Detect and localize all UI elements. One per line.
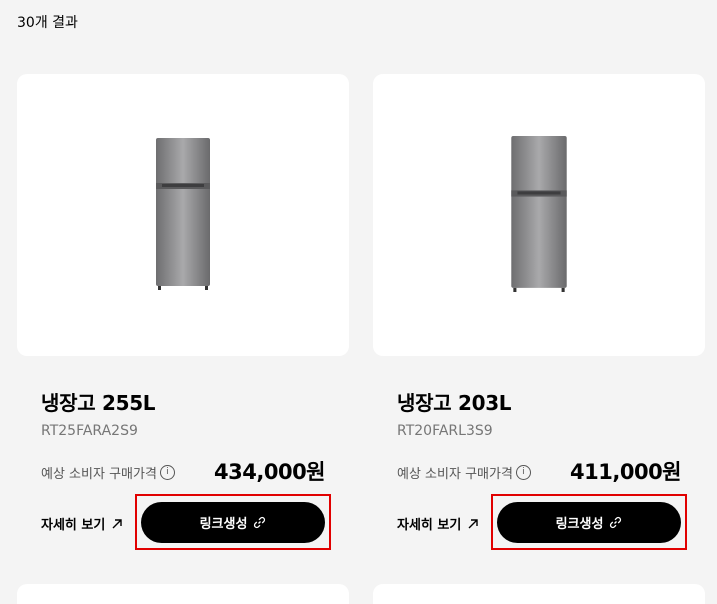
detail-link-label: 자세히 보기: [397, 518, 462, 533]
create-link-button[interactable]: 링크생성: [141, 502, 325, 543]
detail-link-label: 자세히 보기: [41, 518, 106, 533]
create-link-label: 링크생성: [555, 517, 604, 532]
product-name[interactable]: 냉장고 203L: [397, 387, 512, 416]
arrow-up-right-icon: [468, 518, 479, 528]
detail-link[interactable]: 자세히 보기: [397, 514, 479, 533]
product-card-next-row: [373, 584, 705, 604]
product-price: 434,000원: [214, 460, 325, 484]
price-label: 예상 소비자 구매가격 i: [41, 463, 175, 482]
price-label-text: 예상 소비자 구매가격: [41, 467, 157, 482]
info-icon[interactable]: i: [159, 465, 175, 480]
product-card-next-row: [17, 584, 349, 604]
product-model: RT25FARA2S9: [41, 423, 138, 439]
price-label-text: 예상 소비자 구매가격: [397, 467, 513, 482]
link-icon: [254, 516, 266, 529]
arrow-up-right-icon: [112, 518, 123, 528]
create-link-button[interactable]: 링크생성: [497, 502, 681, 543]
product-image-container[interactable]: [373, 74, 705, 356]
product-image-container[interactable]: [17, 74, 349, 356]
create-link-label: 링크생성: [199, 517, 248, 532]
refrigerator-image: [511, 136, 567, 292]
info-icon[interactable]: i: [515, 465, 531, 480]
detail-link[interactable]: 자세히 보기: [41, 514, 123, 533]
refrigerator-image: [156, 138, 210, 290]
product-name[interactable]: 냉장고 255L: [41, 387, 156, 416]
product-price: 411,000원: [570, 460, 681, 484]
link-icon: [610, 516, 622, 529]
result-count: 30개 결과: [17, 15, 78, 31]
product-model: RT20FARL3S9: [397, 423, 493, 439]
price-label: 예상 소비자 구매가격 i: [397, 463, 531, 482]
